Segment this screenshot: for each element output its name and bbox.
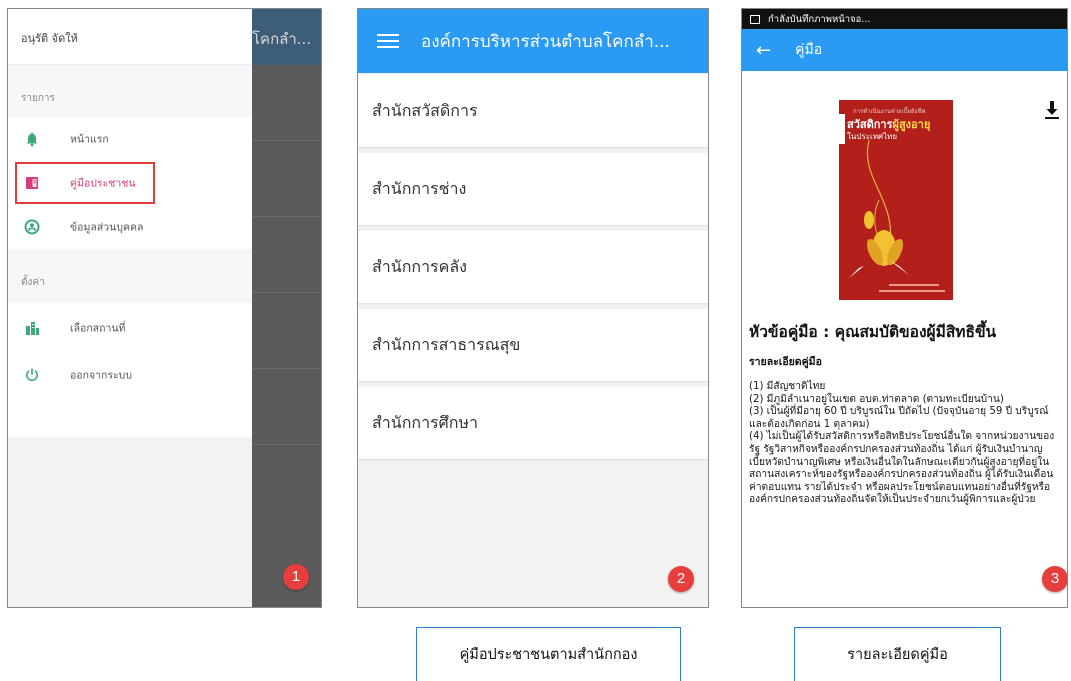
step-badge: 3 — [1042, 566, 1067, 592]
drawer-item-label: คู่มือประชาชน — [70, 177, 136, 190]
drawer-section-settings: ตั้งค่า — [8, 249, 252, 303]
back-arrow-icon[interactable]: ← — [756, 40, 771, 61]
background-app-title: โคกลำ... — [252, 30, 312, 48]
background-list — [252, 65, 321, 607]
office-item[interactable]: สำนักการคลัง — [358, 231, 708, 303]
manual-heading: หัวข้อคู่มือ : คุณสมบัติของผู้มีสิทธิขึ้… — [749, 323, 997, 341]
status-bar: กำลังบันทึกภาพหน้าจอ... — [742, 9, 1067, 29]
app-bar: องค์การบริหารส่วนตำบลโคกลำ... — [358, 9, 708, 73]
building-icon — [26, 322, 39, 335]
screenshot-icon — [750, 14, 760, 24]
office-list: สำนักสวัสดิการ สำนักการช่าง สำนักการคลัง… — [358, 75, 708, 459]
screen-office-list: องค์การบริหารส่วนตำบลโคกลำ... สำนักสวัสด… — [357, 8, 709, 608]
caption-manual-detail: รายละเอียดคู่มือ — [794, 627, 1001, 681]
drawer-item-home[interactable]: หน้าแรก — [8, 117, 252, 161]
manual-body-text: (1) มีสัญชาติไทย (2) มีภูมิลำเนาอยู่ในเข… — [749, 381, 1061, 507]
app-bar: ← คู่มือ — [742, 29, 1067, 71]
office-item[interactable]: สำนักสวัสดิการ — [358, 75, 708, 147]
office-item[interactable]: สำนักการช่าง — [358, 153, 708, 225]
drawer-section-menu: รายการ — [8, 65, 252, 117]
drawer-item-label: หน้าแรก — [70, 133, 109, 146]
drawer-item-personal-info[interactable]: ข้อมูลส่วนบุคคล — [8, 205, 252, 249]
drawer-item-label: เลือกสถานที่ — [70, 322, 126, 335]
step-badge: 1 — [283, 564, 309, 590]
drawer-item-label: ออกจากระบบ — [70, 369, 132, 382]
hamburger-menu-icon[interactable] — [377, 30, 399, 52]
drawer-item-select-location[interactable]: เลือกสถานที่ — [8, 303, 252, 353]
lotus-illustration — [849, 140, 909, 278]
bell-icon — [26, 132, 38, 147]
manual-subheading: รายละเอียดคู่มือ — [749, 356, 822, 368]
body-line: (1) มีสัญชาติไทย (2) มีภูมิลำเนาอยู่ในเข… — [749, 381, 1055, 506]
status-text: กำลังบันทึกภาพหน้าจอ... — [768, 13, 871, 25]
step-badge: 2 — [668, 566, 694, 592]
download-icon[interactable] — [1044, 100, 1060, 120]
navigation-drawer: อนุรัติ จัดให้ รายการ หน้าแรก คู่มือประช… — [8, 9, 252, 607]
drawer-user-name: อนุรัติ จัดให้ — [8, 9, 252, 65]
office-item[interactable]: สำนักการศึกษา — [358, 387, 708, 459]
screen-navigation-drawer: โคกลำ... อนุรัติ จัดให้ รายการ หน้าแรก ค… — [7, 8, 322, 608]
drawer-item-logout[interactable]: ออกจากระบบ — [8, 353, 252, 397]
office-item[interactable]: สำนักการสาธารณสุข — [358, 309, 708, 381]
caption-office-manual: คู่มือประชาชนตามสำนักกอง — [416, 627, 681, 681]
app-bar-title: องค์การบริหารส่วนตำบลโคกลำ... — [421, 31, 670, 52]
manual-cover-image: การดำเนินงานจ่ายเบี้ยยังชีพ สวัสดิการผู้… — [839, 100, 953, 300]
drawer-item-citizen-manual[interactable]: คู่มือประชาชน — [14, 161, 156, 205]
app-bar-title: คู่มือ — [795, 42, 823, 58]
person-icon — [24, 219, 40, 235]
drawer-item-label: ข้อมูลส่วนบุคคล — [70, 221, 144, 234]
screen-manual-detail: กำลังบันทึกภาพหน้าจอ... ← คู่มือ การดำเน… — [741, 8, 1068, 608]
book-icon — [26, 177, 38, 189]
power-icon — [26, 368, 38, 382]
